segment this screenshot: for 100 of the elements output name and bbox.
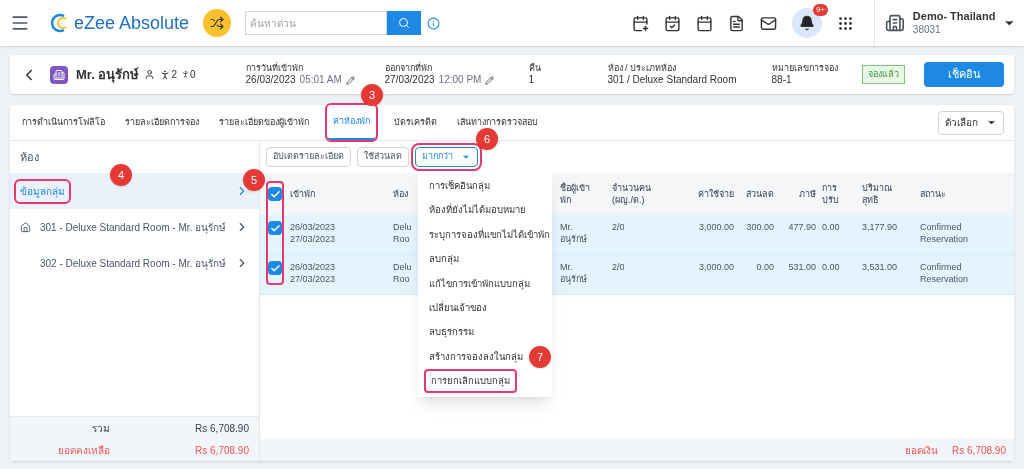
table-cell-text: 26/03/2023 27/03/2023 xyxy=(290,221,337,246)
info-icon[interactable] xyxy=(427,16,441,30)
calendar-plus-icon[interactable] xyxy=(632,14,649,32)
options-button[interactable]: ตัวเลือก xyxy=(938,110,1004,135)
shuffle-button[interactable] xyxy=(203,9,232,37)
table-cell-text: Confirmed Reservation xyxy=(920,261,970,286)
column-header: สถานะ xyxy=(920,187,947,201)
menu-icon[interactable] xyxy=(10,13,30,33)
field-label: ห้อง / ประเภทห้อง xyxy=(607,62,678,74)
menu-item[interactable]: สร้างการจองลงในกลุ่ม xyxy=(424,346,528,368)
checkbox[interactable] xyxy=(268,221,282,235)
table-cell-text: 300.00 xyxy=(745,221,775,234)
tab[interactable]: บัตรเครดิต xyxy=(392,105,439,140)
guest-name: Mr. อนุรักษ์ xyxy=(76,65,140,85)
field-value: 26/03/2023 xyxy=(245,73,296,87)
field-value: 301 / Deluxe Standard Room xyxy=(607,73,737,87)
table-cell-text: 3,177.90 xyxy=(862,221,899,234)
column-header: จำนวนคน (ผญ./ด.) xyxy=(612,181,652,207)
total-value: Rs 6,708.90 xyxy=(195,421,250,436)
table-cell: Delu Roo xyxy=(393,221,412,246)
building-avatar-icon xyxy=(50,65,68,84)
brand-name: eZee Absolute xyxy=(74,11,190,35)
shuffle-icon xyxy=(210,16,225,30)
property-name[interactable]: Demo- Thailand xyxy=(912,9,996,24)
menu-item[interactable]: แก้ไขการเข้าพักแบบกลุ่ม xyxy=(424,273,535,294)
status-badge: จองแล้ว xyxy=(861,64,905,85)
menu-item[interactable]: ระบุการจองที่แขกไม่ได้เข้าพัก xyxy=(424,224,555,246)
column-header: ค่าใช้จ่าย xyxy=(697,187,735,201)
table-cell-text: 531.00 xyxy=(787,261,817,274)
column-header: ภาษี xyxy=(798,187,817,201)
apps-icon[interactable] xyxy=(837,14,854,32)
sidebar-item[interactable]: 302 - Deluxe Standard Room - Mr. อนุรักษ์ xyxy=(10,245,259,281)
field-value: 1 xyxy=(528,73,535,87)
footer-label: ยอดเงิน xyxy=(905,443,939,458)
table-cell-text: 2/0 xyxy=(612,221,626,234)
children-count: 0 xyxy=(189,68,196,82)
document-icon[interactable] xyxy=(728,14,745,32)
sidebar-item[interactable]: 301 - Deluxe Standard Room - Mr. อนุรักษ์ xyxy=(10,209,259,245)
edit-icon[interactable] xyxy=(345,75,355,85)
step-badge: 3 xyxy=(361,84,383,106)
table-cell-text: 3,531.00 xyxy=(862,261,899,274)
total-value: Rs 6,708.90 xyxy=(195,443,250,458)
field-label: คืน xyxy=(528,62,542,74)
table-cell-text: Mr. อนุรักษ์ xyxy=(560,261,588,286)
column-header: ห้อง xyxy=(393,187,409,201)
adults-count: 2 xyxy=(171,68,177,82)
tab[interactable]: ค่าห้องพัก xyxy=(327,105,376,140)
table-cell-text: 2/0 xyxy=(612,261,626,274)
field-time: 05:01 AM xyxy=(299,73,342,87)
sidebar-title: ห้อง xyxy=(19,149,40,165)
sidebar-item-label: 301 - Deluxe Standard Room - Mr. อนุรักษ์ xyxy=(40,220,227,235)
table-cell-text: 3,000.00 xyxy=(697,221,735,234)
bell-icon xyxy=(799,15,815,31)
sidebar-item-label: 302 - Deluxe Standard Room - Mr. อนุรักษ์ xyxy=(40,256,227,271)
search-icon xyxy=(398,17,411,29)
footer-value: Rs 6,708.90 xyxy=(952,443,1006,458)
field-value: 88-1 xyxy=(771,73,792,87)
toolbar-button[interactable]: ใช้ส่วนลด xyxy=(357,147,409,167)
field-value: 27/03/2023 xyxy=(384,73,435,87)
checkbox[interactable] xyxy=(268,187,282,201)
calendar-icon[interactable] xyxy=(696,14,713,32)
guest-icon xyxy=(144,69,156,80)
menu-item[interactable]: การเช็คอินกลุ่ม xyxy=(424,176,495,197)
table-cell: Delu Roo xyxy=(393,261,412,286)
table-cell-text: Confirmed Reservation xyxy=(920,221,970,246)
child-icon xyxy=(180,70,190,79)
home-icon xyxy=(19,221,31,233)
column-header: ปริมาณ สุทธิ xyxy=(862,181,893,207)
check-in-button[interactable]: เช็คอิน xyxy=(924,62,1004,87)
total-label: ยอดคงเหลือ xyxy=(57,443,110,458)
search-button[interactable] xyxy=(387,11,422,35)
table-cell-text: 26/03/2023 27/03/2023 xyxy=(290,261,337,286)
property-code: 38031 xyxy=(912,23,942,37)
menu-item[interactable]: การยกเลิกแบบกลุ่ม xyxy=(424,369,517,394)
column-header: การ ปรับ xyxy=(822,181,840,207)
tab[interactable]: การดำเนินการโฟลิโอ xyxy=(20,105,107,140)
table-cell-text: 0.00 xyxy=(755,261,775,274)
calendar-check-icon[interactable] xyxy=(664,14,681,32)
checkbox[interactable] xyxy=(268,261,282,275)
mail-icon[interactable] xyxy=(760,14,777,32)
building-icon xyxy=(885,12,905,34)
field-label: การวันที่เข้าพัก xyxy=(245,62,304,74)
edit-icon[interactable] xyxy=(485,75,495,85)
column-header: เข้าพัก xyxy=(290,187,316,201)
caret-icon xyxy=(461,152,471,162)
table-cell-text: 3,000.00 xyxy=(697,261,735,274)
menu-item[interactable]: เปลี่ยนเจ้าของ xyxy=(424,298,492,319)
total-label: รวม xyxy=(91,421,110,436)
field-label: ออกจากที่พัก xyxy=(384,62,433,74)
column-header: ส่วนลด xyxy=(745,187,775,201)
tab[interactable]: รายละเอียดการจอง xyxy=(123,105,201,140)
notification-count: 9+ xyxy=(812,4,828,16)
toolbar-button[interactable]: อัปเดตรายละเอียด xyxy=(266,147,351,167)
search-field[interactable]: ค้นหาด่วน xyxy=(245,11,388,35)
field-label: หมายเลขการจอง xyxy=(771,62,839,74)
table-cell-text: Mr. อนุรักษ์ xyxy=(560,221,588,246)
tab[interactable]: รายละเอียดของผู้เข้าพัก xyxy=(217,105,311,140)
menu-item[interactable]: ลบธุรกรรม xyxy=(424,322,479,343)
table-cell-text: 0.00 xyxy=(822,221,841,234)
table-cell-text: 477.90 xyxy=(787,221,817,234)
